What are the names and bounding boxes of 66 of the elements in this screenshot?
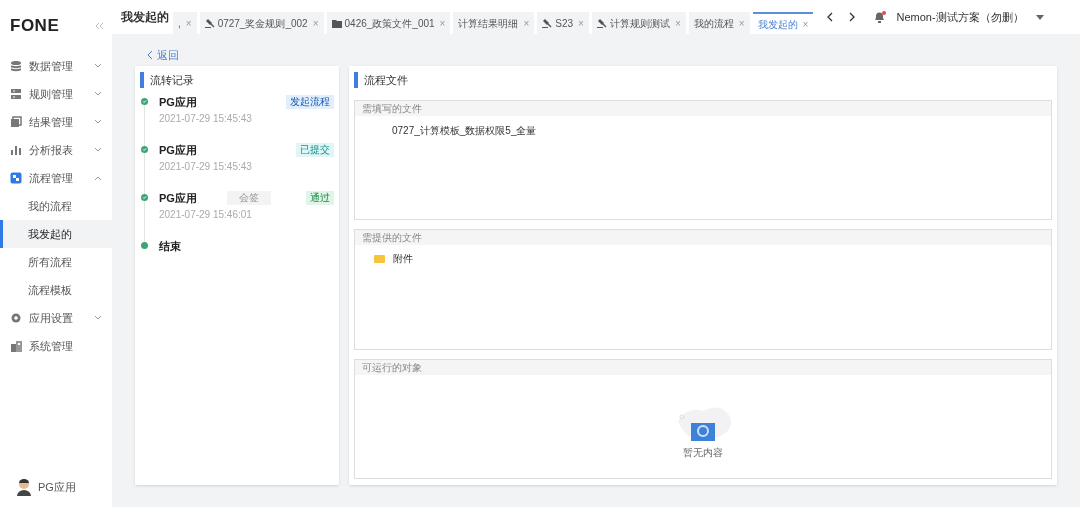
- back-link[interactable]: 返回: [147, 46, 179, 64]
- folder-icon: [331, 18, 342, 28]
- status-badge: 通过: [306, 191, 334, 205]
- note-badge: 会签: [227, 191, 271, 205]
- record-time: 2021-07-29 15:45:43: [159, 112, 253, 126]
- record-time: 2021-07-29 15:45:43: [159, 160, 253, 174]
- card-title: 流程文件: [364, 72, 408, 88]
- dot-icon: [141, 242, 148, 249]
- submenu-item[interactable]: 我的流程: [0, 192, 112, 220]
- database-icon: [10, 60, 22, 72]
- submenu-item[interactable]: 流程模板: [0, 276, 112, 304]
- copy-icon: [10, 116, 22, 128]
- tab[interactable]: 计算规则测试 ×: [591, 12, 686, 34]
- gavel-icon: [204, 18, 215, 28]
- submenu-item[interactable]: 所有流程: [0, 248, 112, 276]
- title-bar-marker: [354, 72, 358, 88]
- section-title: 可运行的对象: [355, 359, 1051, 375]
- folder-icon: [374, 254, 385, 263]
- title-bar-marker: [140, 72, 144, 88]
- menu-item[interactable]: 系统管理: [0, 332, 112, 360]
- gavel-icon: [542, 18, 553, 28]
- check-circle-icon: [141, 146, 148, 153]
- record-name: PG应用: [159, 142, 198, 158]
- chevron-left-icon[interactable]: [827, 12, 834, 22]
- menu-item[interactable]: 流程管理: [0, 164, 112, 192]
- bar-chart-icon: [10, 144, 22, 156]
- user-name: PG应用: [38, 479, 76, 495]
- record-name: 结束: [159, 238, 182, 254]
- bell-icon[interactable]: [873, 10, 887, 24]
- tab[interactable]: 计算结果明细 ×: [453, 12, 535, 34]
- menu-item[interactable]: 数据管理: [0, 52, 112, 80]
- chevron-right-icon[interactable]: [849, 12, 856, 22]
- tab[interactable]: , ×: [173, 12, 197, 34]
- record-time: 2021-07-29 15:46:01: [159, 208, 253, 222]
- menu-item[interactable]: 结果管理: [0, 108, 112, 136]
- check-circle-icon: [141, 98, 148, 105]
- caret-down-icon: [1035, 14, 1044, 20]
- folder-name: 附件: [393, 252, 413, 267]
- project-selector[interactable]: Nemon-测试方案（勿删）: [896, 8, 1024, 26]
- page-title: 我发起的: [120, 9, 170, 26]
- tab[interactable]: S23 ×: [537, 12, 589, 34]
- menu-item[interactable]: 规则管理: [0, 80, 112, 108]
- avatar-icon: [16, 478, 32, 496]
- record-name: PG应用: [159, 190, 198, 206]
- menu-item[interactable]: 分析报表: [0, 136, 112, 164]
- section-title: 需提供的文件: [355, 230, 1051, 246]
- status-badge: 已提交: [296, 143, 334, 157]
- building-icon: [10, 340, 22, 352]
- gavel-icon: [596, 18, 607, 28]
- tab[interactable]: 我的流程 ×: [688, 12, 750, 34]
- logo: FONE: [10, 15, 60, 38]
- empty-text: 暂无内容: [683, 445, 723, 460]
- check-circle-icon: [141, 194, 148, 201]
- card-title: 流转记录: [150, 72, 194, 88]
- menu-item[interactable]: 应用设置: [0, 304, 112, 332]
- flow-icon: [10, 172, 22, 184]
- status-badge: 发起流程: [286, 95, 334, 109]
- submenu-item[interactable]: 我发起的: [0, 220, 112, 248]
- settings-icon: [10, 312, 22, 324]
- list-icon: [10, 88, 22, 100]
- tab[interactable]: 0727_奖金规则_002 ×: [199, 12, 324, 34]
- section-title: 需填写的文件: [355, 101, 1051, 116]
- file-name: 0727_计算模板_数据权限5_全量: [391, 124, 538, 138]
- tab[interactable]: 0426_政策文件_001 ×: [326, 12, 451, 34]
- chevron-left-icon: [147, 50, 153, 60]
- record-name: PG应用: [159, 94, 198, 110]
